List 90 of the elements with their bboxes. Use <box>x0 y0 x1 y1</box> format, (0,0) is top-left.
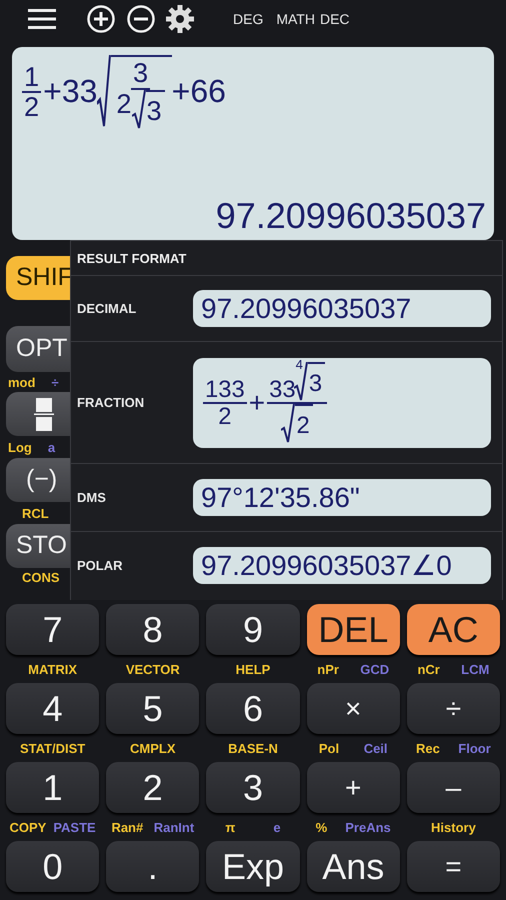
math-term: +33 <box>43 75 98 110</box>
calculator-key[interactable]: 9 <box>206 604 300 655</box>
key-sublabel: % <box>316 820 328 834</box>
math-term: 2 <box>24 93 40 122</box>
calculator-key[interactable]: × <box>306 683 400 734</box>
key-sublabel: e <box>273 820 281 834</box>
key-sublabel: Ceil <box>364 742 388 754</box>
key-sublabel: Pol <box>318 742 340 754</box>
key-sublabel: VECTOR <box>126 662 180 676</box>
mode-indicator: MATH <box>276 10 315 28</box>
calculator-key[interactable]: Ans <box>306 841 400 892</box>
math-term: 2 <box>116 90 132 118</box>
math-term: 3 <box>308 371 322 396</box>
key-sublabel: COPY <box>9 820 46 834</box>
result-value: 97.20996035037 <box>216 195 486 236</box>
key-sublabel: MATRIX <box>28 662 78 676</box>
math-term: + <box>248 388 266 418</box>
key-sublabel: PASTE <box>53 820 96 834</box>
calculator-key[interactable]: 4 <box>6 683 100 734</box>
zoom-in-icon[interactable] <box>87 5 115 33</box>
calculator-key[interactable]: 5 <box>106 683 200 734</box>
calculator-key[interactable]: = <box>406 841 500 892</box>
calculator-key[interactable]: + <box>306 762 400 813</box>
key-sublabel: History <box>431 820 476 834</box>
calculator-key[interactable]: 2 <box>106 762 200 813</box>
key-sublabel: mod <box>8 376 36 388</box>
zoom-out-icon[interactable] <box>127 5 155 33</box>
key-sublabel: CMPLX <box>130 742 176 754</box>
calculator-key[interactable]: DEL <box>306 604 400 655</box>
calculator-key[interactable]: ÷ <box>406 683 500 734</box>
key-sublabel: PreAns <box>345 820 391 834</box>
key-sublabel: nCr <box>417 662 440 676</box>
root-index: 4 <box>296 358 303 372</box>
key-sublabel: π <box>225 820 236 834</box>
calculator-key[interactable]: 3 <box>206 762 300 813</box>
format-label: FRACTION <box>76 394 146 412</box>
math-term: 2 <box>218 404 232 428</box>
key-sublabel: Ran# <box>111 820 144 834</box>
shift-key[interactable]: SHIF <box>6 256 70 300</box>
radical-sign-icon <box>281 404 296 444</box>
calculator-key[interactable]: STO <box>6 524 70 568</box>
key-sublabel: ÷ <box>51 376 59 388</box>
math-term: 97.20996035037∠0 <box>201 550 452 580</box>
calculator-key[interactable]: 8 <box>106 604 200 655</box>
format-option[interactable]: 97.20996035037∠0 <box>193 546 491 584</box>
key-sublabel: BASE-N <box>228 742 278 754</box>
format-label: POLAR <box>76 556 124 575</box>
key-sublabel: Log <box>8 440 32 454</box>
calculator-key[interactable]: – <box>406 762 500 813</box>
radical-sign-icon <box>294 362 308 402</box>
calculator-key[interactable]: 1 <box>6 762 100 813</box>
key-sublabel: RCL <box>22 506 49 520</box>
key-sublabel: Floor <box>458 742 491 754</box>
math-term: +66 <box>172 75 226 110</box>
mode-indicator: DEC <box>320 10 350 28</box>
settings-icon[interactable] <box>166 5 194 33</box>
key-sublabel: LCM <box>461 662 490 676</box>
math-term: 1 <box>24 62 40 92</box>
calculator-key[interactable]: AC <box>406 604 500 655</box>
format-option[interactable]: 97.20996035037 <box>193 290 491 328</box>
key-sublabel: nPr <box>317 662 339 676</box>
calculator-key[interactable]: . <box>106 841 200 892</box>
menu-icon[interactable] <box>28 7 56 31</box>
calculator-key[interactable]: (−) <box>6 458 70 502</box>
key-sublabel: HELP <box>236 662 270 676</box>
math-term: 3 <box>146 97 162 126</box>
mode-indicator: DEG <box>233 10 264 28</box>
calculator-key[interactable]: 7 <box>6 604 100 655</box>
key-sublabel: Rec <box>416 742 440 754</box>
math-term: 33 <box>269 376 296 402</box>
math-term: 97°12'35.86" <box>201 482 360 512</box>
key-sublabel: RanInt <box>154 820 194 834</box>
key-sublabel: CONS <box>22 570 60 584</box>
fraction-key[interactable] <box>6 392 70 436</box>
math-term: 97.20996035037 <box>201 294 412 324</box>
panel-title: RESULT FORMAT <box>76 250 188 268</box>
calculator-key[interactable]: Exp <box>206 841 300 892</box>
math-term: 2 <box>296 413 310 438</box>
calculator-key[interactable]: 6 <box>206 683 300 734</box>
math-term: 3 <box>132 59 148 88</box>
key-sublabel: a <box>48 440 56 454</box>
format-label: DMS <box>76 488 107 507</box>
math-term: 133 <box>205 376 245 402</box>
key-sublabel: GCD <box>360 662 390 676</box>
calculator-key[interactable]: OPT <box>6 326 70 372</box>
key-sublabel: STAT/DIST <box>20 742 86 754</box>
calculator-key[interactable]: 0 <box>6 841 100 892</box>
fraction-icon <box>34 398 54 430</box>
format-option[interactable]: 97°12'35.86" <box>193 478 491 516</box>
format-label: DECIMAL <box>76 300 138 318</box>
